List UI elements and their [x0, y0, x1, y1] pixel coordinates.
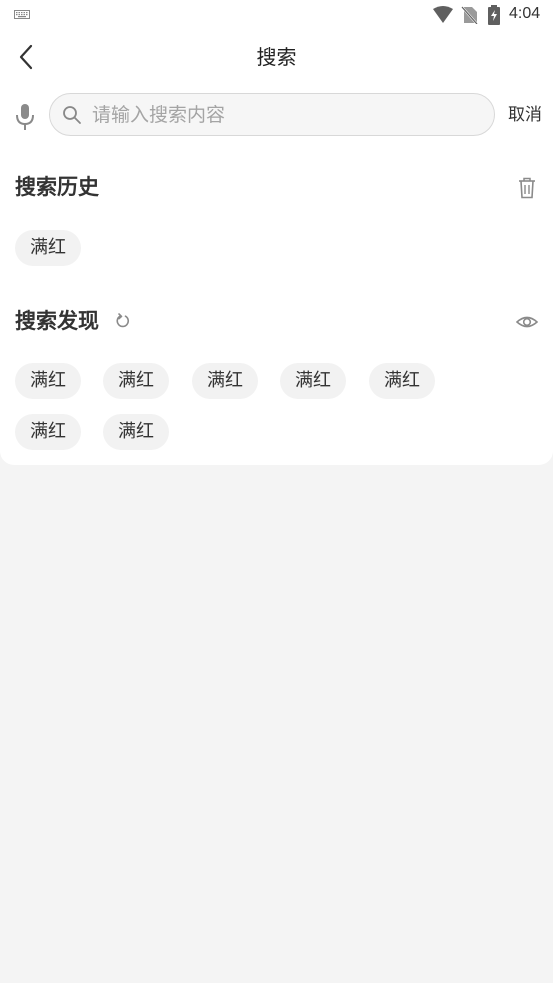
no-sim-icon	[461, 6, 478, 24]
trash-icon[interactable]	[518, 177, 536, 199]
battery-charging-icon	[488, 5, 500, 25]
discover-chip[interactable]: 满红	[192, 363, 258, 399]
discover-chip[interactable]: 满红	[103, 414, 169, 450]
status-bar: 4:04	[0, 0, 553, 30]
discover-chip[interactable]: 满红	[280, 363, 346, 399]
back-arrow-icon[interactable]	[14, 42, 42, 72]
discover-chip[interactable]: 满红	[369, 363, 435, 399]
search-panel: 4:04 搜索 取消 搜索历史 满红	[0, 0, 553, 465]
search-discover-title: 搜索发现	[15, 309, 99, 333]
discover-chip[interactable]: 满红	[15, 363, 81, 399]
search-screen: 4:04 搜索 取消 搜索历史 满红	[0, 0, 553, 983]
eye-icon[interactable]	[516, 311, 538, 333]
microphone-icon[interactable]	[14, 103, 36, 131]
search-box[interactable]	[49, 93, 495, 136]
search-history-title: 搜索历史	[15, 175, 99, 199]
wifi-icon	[433, 6, 453, 23]
discover-chip[interactable]: 满红	[103, 363, 169, 399]
refresh-icon[interactable]	[115, 313, 131, 329]
keyboard-icon	[14, 10, 30, 19]
discover-chip[interactable]: 满红	[15, 414, 81, 450]
page-title: 搜索	[256, 45, 297, 69]
cancel-button[interactable]: 取消	[508, 103, 542, 127]
search-icon	[63, 106, 81, 124]
status-time: 4:04	[509, 5, 541, 22]
history-chip[interactable]: 满红	[15, 230, 81, 266]
search-input[interactable]	[92, 94, 482, 135]
